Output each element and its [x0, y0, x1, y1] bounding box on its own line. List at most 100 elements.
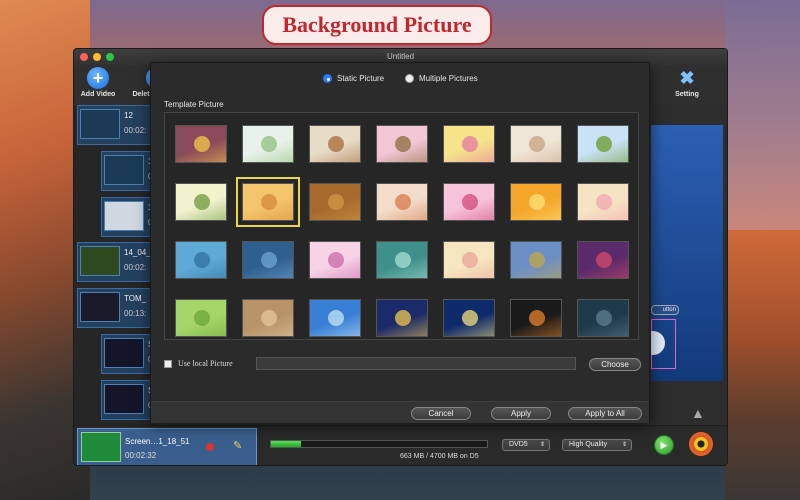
template-tile-motif — [328, 136, 344, 152]
selected-video-name: Screen…1_18_51 — [125, 437, 190, 446]
template-tile-motif — [328, 252, 344, 268]
template-tile[interactable] — [510, 241, 562, 279]
template-tile-motif — [462, 194, 478, 210]
video-thumbnail — [80, 292, 120, 322]
disc-type-select[interactable]: DVD5 ⇕ — [502, 439, 550, 451]
disc-type-value: DVD5 — [509, 441, 528, 448]
selected-video-time: 00:02:32 — [125, 451, 157, 460]
template-tile[interactable] — [309, 299, 361, 337]
template-tile[interactable] — [443, 299, 495, 337]
list-item[interactable]: TOM_ 00:13: — [77, 288, 153, 328]
template-tile[interactable] — [577, 299, 629, 337]
template-tile[interactable] — [309, 125, 361, 163]
window-title: Untitled — [386, 52, 415, 61]
video-thumbnail — [81, 432, 121, 462]
template-tile[interactable] — [242, 299, 294, 337]
dialog-footer: Cancel Apply Apply to All — [151, 401, 649, 423]
template-tile[interactable] — [175, 183, 227, 221]
template-tile[interactable] — [236, 177, 300, 227]
multiple-pictures-radio[interactable] — [405, 74, 414, 83]
template-tile[interactable] — [443, 125, 495, 163]
template-tile[interactable] — [510, 183, 562, 221]
template-tile[interactable] — [376, 183, 428, 221]
template-tile-motif — [194, 252, 210, 268]
template-tile[interactable] — [443, 183, 495, 221]
video-thumbnail — [80, 246, 120, 276]
play-icon: ▶ — [660, 440, 668, 450]
burn-icon[interactable] — [689, 432, 713, 456]
background-picture-dialog: Static Picture Multiple Pictures Templat… — [150, 62, 650, 423]
template-tile[interactable] — [175, 299, 227, 337]
play-button[interactable]: ▶ — [654, 435, 674, 455]
template-tile-motif — [194, 194, 210, 210]
select-arrows-icon: ⇕ — [539, 442, 545, 448]
bottom-bar: Screen…1_18_51 00:02:32 ✎ 663 MB / 4700 … — [74, 425, 727, 465]
template-tile-motif — [596, 136, 612, 152]
template-tile[interactable] — [175, 125, 227, 163]
template-tile-motif — [261, 310, 277, 326]
tools-icon: ✖ — [679, 67, 695, 88]
static-picture-radio[interactable] — [323, 74, 332, 83]
template-tile[interactable] — [510, 299, 562, 337]
template-tile-motif — [529, 310, 545, 326]
multiple-pictures-option[interactable]: Multiple Pictures — [405, 74, 478, 83]
template-tile[interactable] — [309, 183, 361, 221]
plus-icon: + — [87, 67, 109, 89]
close-window-button[interactable] — [80, 53, 88, 61]
quality-select[interactable]: High Quality ⇕ — [562, 439, 632, 451]
setting-button[interactable]: ✖ Setting — [672, 67, 702, 99]
delete-button[interactable]: Delet — [130, 67, 152, 98]
local-picture-path-field[interactable] — [256, 357, 576, 370]
list-item-time: 00:02: — [124, 263, 147, 272]
use-local-picture-checkbox[interactable] — [164, 359, 172, 368]
apply-button[interactable]: Apply — [491, 407, 551, 420]
video-thumbnail — [104, 338, 144, 368]
list-item-time: 00:13: — [124, 309, 147, 318]
static-picture-option[interactable]: Static Picture — [323, 74, 384, 83]
template-tile[interactable] — [443, 241, 495, 279]
template-tile[interactable] — [510, 125, 562, 163]
template-tile[interactable] — [242, 125, 294, 163]
template-tile[interactable] — [175, 241, 227, 279]
up-arrow-icon[interactable]: ▲ — [691, 405, 705, 421]
list-item[interactable]: 14_04_ 00:02: — [77, 242, 153, 282]
list-item[interactable]: S 0 — [101, 380, 153, 420]
use-local-picture-option[interactable]: Use local Picture — [164, 359, 233, 368]
cancel-button[interactable]: Cancel — [411, 407, 471, 420]
template-tile[interactable] — [309, 241, 361, 279]
list-item[interactable]: S 0 — [101, 334, 153, 374]
window-controls — [80, 53, 114, 61]
template-tile[interactable] — [577, 125, 629, 163]
template-tile[interactable] — [577, 183, 629, 221]
preview-button-label[interactable]: utton — [651, 305, 679, 315]
template-tile[interactable] — [376, 299, 428, 337]
list-item[interactable]: 1 0 — [101, 197, 153, 237]
template-tile[interactable] — [376, 241, 428, 279]
template-tile[interactable] — [577, 241, 629, 279]
disc-size-text: 663 MB / 4700 MB on D5 — [400, 453, 479, 460]
minimize-window-button[interactable] — [93, 53, 101, 61]
pencil-icon[interactable]: ✎ — [233, 439, 242, 452]
multiple-pictures-label: Multiple Pictures — [419, 74, 478, 83]
list-item-name: 14_04_ — [124, 248, 151, 257]
selected-video-item[interactable]: Screen…1_18_51 00:02:32 ✎ — [77, 428, 257, 465]
video-list: 12 00:02: 1 0 1 0 14_04_ 00:02: TOM_ 00:… — [74, 105, 154, 425]
list-item-time: 00:02: — [124, 126, 147, 135]
add-video-button[interactable]: + Add Video — [80, 67, 116, 98]
record-icon[interactable] — [206, 443, 214, 451]
template-tile[interactable] — [242, 241, 294, 279]
choose-button[interactable]: Choose — [589, 358, 641, 371]
zoom-window-button[interactable] — [106, 53, 114, 61]
template-tile-motif — [462, 310, 478, 326]
template-tile-motif — [395, 194, 411, 210]
video-thumbnail — [80, 109, 120, 139]
template-tile-motif — [328, 194, 344, 210]
list-item[interactable]: 12 00:02: — [77, 105, 153, 145]
template-tile[interactable] — [376, 125, 428, 163]
delete-label: Delet — [132, 91, 150, 98]
apply-to-all-button[interactable]: Apply to All — [568, 407, 642, 420]
template-gallery — [164, 112, 639, 340]
template-tile-motif — [596, 310, 612, 326]
list-item[interactable]: 1 0 — [101, 151, 153, 191]
setting-label: Setting — [675, 91, 699, 98]
